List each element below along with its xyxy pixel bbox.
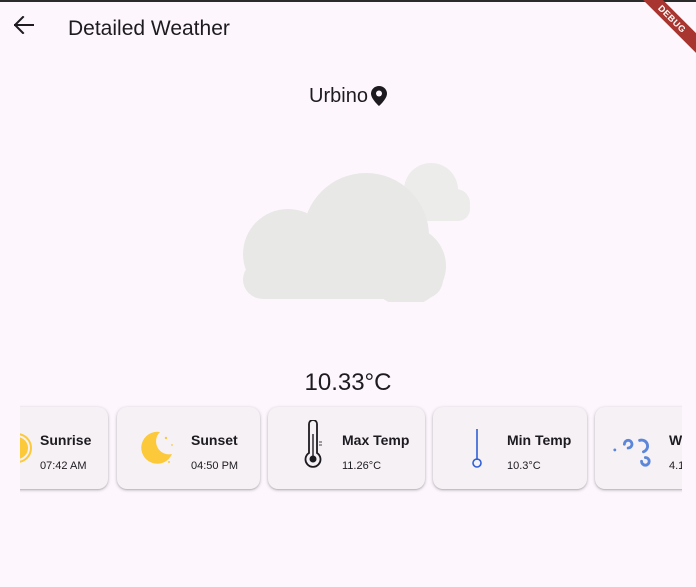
map-pin-icon [370, 85, 387, 107]
debug-banner-label: DEBUG [636, 0, 696, 60]
location-row: Urbino [0, 84, 696, 108]
back-button[interactable] [4, 7, 44, 47]
card-value: 04:50 PM [191, 460, 239, 472]
min-temp-card[interactable]: Min Temp 10.3°C [433, 407, 587, 489]
card-value: 10.3°C [507, 460, 541, 472]
card-label: Min Temp [507, 432, 572, 448]
card-label: Sunset [191, 432, 238, 448]
thermometer-icon [292, 420, 334, 468]
card-value: 07:42 AM [40, 460, 87, 472]
page-title: Detailed Weather [68, 17, 230, 40]
thermometer-low-icon [456, 425, 498, 468]
sun-icon [20, 427, 38, 469]
arrow-left-icon [13, 15, 34, 39]
max-temp-card[interactable]: Max Temp 11.26°C [268, 407, 425, 489]
card-label: Sunrise [40, 432, 92, 448]
sunrise-card[interactable]: Sunrise 07:42 AM [20, 407, 108, 489]
cloud-icon [238, 160, 472, 306]
wind-card[interactable]: W 4.1 [595, 407, 682, 489]
card-value: 4.1 [669, 460, 682, 472]
card-label: W [669, 432, 682, 448]
app-bar: Detailed Weather [0, 2, 696, 56]
moon-icon [135, 427, 177, 469]
detailed-weather-screen: Detailed Weather DEBUG Urbino 10.33°C Su… [0, 0, 696, 587]
card-value: 11.26°C [342, 460, 382, 472]
card-label: Max Temp [342, 432, 410, 448]
wind-icon [611, 427, 653, 469]
sunset-card[interactable]: Sunset 04:50 PM [117, 407, 260, 489]
current-temperature: 10.33°C [304, 369, 392, 396]
debug-banner: DEBUG [636, 0, 696, 60]
location-name: Urbino [309, 85, 368, 107]
weather-details-carousel[interactable]: Sunrise 07:42 AM Sunset 04:50 PM Max Tem… [20, 402, 682, 500]
